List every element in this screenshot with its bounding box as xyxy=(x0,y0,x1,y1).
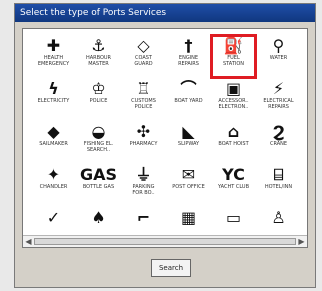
water-tap-icon: ⚲ xyxy=(272,36,285,55)
service-item[interactable]: ✉ POST OFFICE xyxy=(166,164,211,207)
police-icon: ♔ xyxy=(91,79,106,98)
hotel-inn-icon: ⌸ xyxy=(273,165,284,184)
service-item[interactable]: GAS BOTTLE GAS xyxy=(76,164,121,207)
service-label: SLIPWAY xyxy=(177,141,200,147)
service-label: HEALTH EMERGENCY xyxy=(37,55,70,67)
fishing-search-icon: ◒ xyxy=(91,122,106,141)
service-label: ELECTRICAL REPAIRS xyxy=(263,98,294,110)
service-label: SAILMAKER xyxy=(39,141,68,147)
boat-hoist-icon: ⌂ xyxy=(227,122,240,141)
electronics-accessories-icon: ▣ xyxy=(225,79,242,98)
service-label: YACHT CLUB xyxy=(217,184,249,190)
service-item[interactable]: ▣ ACCESSOR.. ELECTRON.. xyxy=(211,78,256,121)
service-item[interactable]: ⚲ WATER xyxy=(256,35,301,78)
service-label: FUEL STATION xyxy=(222,55,245,67)
chandler-icon: ✦ xyxy=(46,165,61,184)
sailmaker-icon: ◆ xyxy=(47,122,60,141)
service-label: ENGINE REPAIRS xyxy=(178,55,199,67)
fuel-station-icon: ⛽ xyxy=(223,36,244,55)
post-office-icon: ✉ xyxy=(181,165,196,184)
service-item[interactable]: † ENGINE REPAIRS xyxy=(166,35,211,78)
service-item[interactable]: ⌸ HOTEL/INN xyxy=(256,164,301,207)
scroll-right-arrow-icon[interactable]: ▶ xyxy=(296,237,307,246)
scroll-left-arrow-icon[interactable]: ◀ xyxy=(23,237,34,246)
engine-repairs-icon: † xyxy=(184,36,193,55)
coast-guard-icon: ◇ xyxy=(137,36,150,55)
service-label: BOAT YARD xyxy=(174,98,203,104)
service-label: CHANDLER xyxy=(39,184,68,190)
crane-icon: Ϩ xyxy=(272,122,285,141)
bottle-gas-icon: GAS xyxy=(79,165,118,184)
service-item[interactable]: ✦ CHANDLER xyxy=(31,164,76,207)
boat-yard-icon: ⌒ xyxy=(180,79,197,98)
service-item[interactable]: YC YACHT CLUB xyxy=(211,164,256,207)
service-item[interactable]: ⌂ BOAT HOIST xyxy=(211,121,256,164)
pharmacy-icon: ✣ xyxy=(136,122,151,141)
electricity-icon: ϟ xyxy=(48,79,59,98)
partially-visible-icon-5: ▭ xyxy=(225,208,242,227)
service-label: BOTTLE GAS xyxy=(82,184,115,190)
yacht-club-icon: YC xyxy=(222,165,245,184)
slipway-icon: ◣ xyxy=(182,122,195,141)
horizontal-scrollbar[interactable]: ◀ ▶ xyxy=(23,235,307,247)
scroll-thumb[interactable] xyxy=(34,238,296,245)
service-label: BOAT HOIST xyxy=(218,141,249,147)
parking-icon: ⏚ xyxy=(135,165,152,184)
medical-cross-icon: ✚ xyxy=(46,36,61,55)
service-label: CUSTOMS POLICE xyxy=(131,98,156,110)
service-item[interactable]: ♖ CUSTOMS POLICE xyxy=(121,78,166,121)
service-label: HOTEL/INN xyxy=(264,184,293,190)
service-label: ELECTRICITY xyxy=(37,98,70,104)
service-item[interactable]: ϟ ELECTRICITY xyxy=(31,78,76,121)
service-label: ACCESSOR.. ELECTRON.. xyxy=(218,98,249,110)
service-label: HARBOUR MASTER xyxy=(85,55,112,67)
service-label: WATER xyxy=(269,55,288,61)
service-label: POLICE xyxy=(89,98,108,104)
service-type-list[interactable]: ✚ HEALTH EMERGENCY ⚓ HARBOUR MASTER ◇ COAST G… xyxy=(22,28,308,248)
service-item[interactable]: ⏚ PARKING FOR BO.. xyxy=(121,164,166,207)
partially-visible-icon-6: ♙ xyxy=(271,208,286,227)
customs-police-icon: ♖ xyxy=(136,79,151,98)
partially-visible-icon-2: ♠ xyxy=(91,208,106,227)
partially-visible-icon-1: ✓ xyxy=(46,208,61,227)
service-label: COAST GUARD xyxy=(134,55,153,67)
service-item[interactable]: ♔ POLICE xyxy=(76,78,121,121)
screen-background: Select the type of Ports Services ✚ HEALT… xyxy=(0,0,322,291)
service-label: FISHING EL. SEARCH.. xyxy=(83,141,114,153)
service-grid: ✚ HEALTH EMERGENCY ⚓ HARBOUR MASTER ◇ COAST G… xyxy=(31,34,301,247)
port-services-dialog: Select the type of Ports Services ✚ HEALT… xyxy=(14,3,316,288)
service-item[interactable]: ✚ HEALTH EMERGENCY xyxy=(31,35,76,78)
service-item[interactable]: ◆ SAILMAKER xyxy=(31,121,76,164)
service-label: CRANE xyxy=(269,141,288,147)
service-item[interactable]: ✣ PHARMACY xyxy=(121,121,166,164)
service-label: PHARMACY xyxy=(129,141,158,147)
service-item[interactable]: ⛽ FUEL STATION xyxy=(210,34,257,79)
service-item[interactable]: Ϩ CRANE xyxy=(256,121,301,164)
service-item[interactable]: ⚓ HARBOUR MASTER xyxy=(76,35,121,78)
service-item[interactable]: ◇ COAST GUARD xyxy=(121,35,166,78)
partially-visible-icon-3: ⌐ xyxy=(136,208,151,227)
service-item[interactable]: ⌒ BOAT YARD xyxy=(166,78,211,121)
service-item[interactable]: ◣ SLIPWAY xyxy=(166,121,211,164)
partially-visible-icon-4: ▦ xyxy=(180,208,197,227)
service-item[interactable]: ⚡ ELECTRICAL REPAIRS xyxy=(256,78,301,121)
service-label: PARKING FOR BO.. xyxy=(132,184,155,196)
electrical-repairs-icon: ⚡ xyxy=(272,79,285,98)
dialog-title: Select the type of Ports Services xyxy=(15,4,315,22)
harbour-master-icon: ⚓ xyxy=(91,36,106,55)
search-button[interactable]: Search xyxy=(151,259,191,277)
service-label: POST OFFICE xyxy=(172,184,205,190)
service-item[interactable]: ◒ FISHING EL. SEARCH.. xyxy=(76,121,121,164)
